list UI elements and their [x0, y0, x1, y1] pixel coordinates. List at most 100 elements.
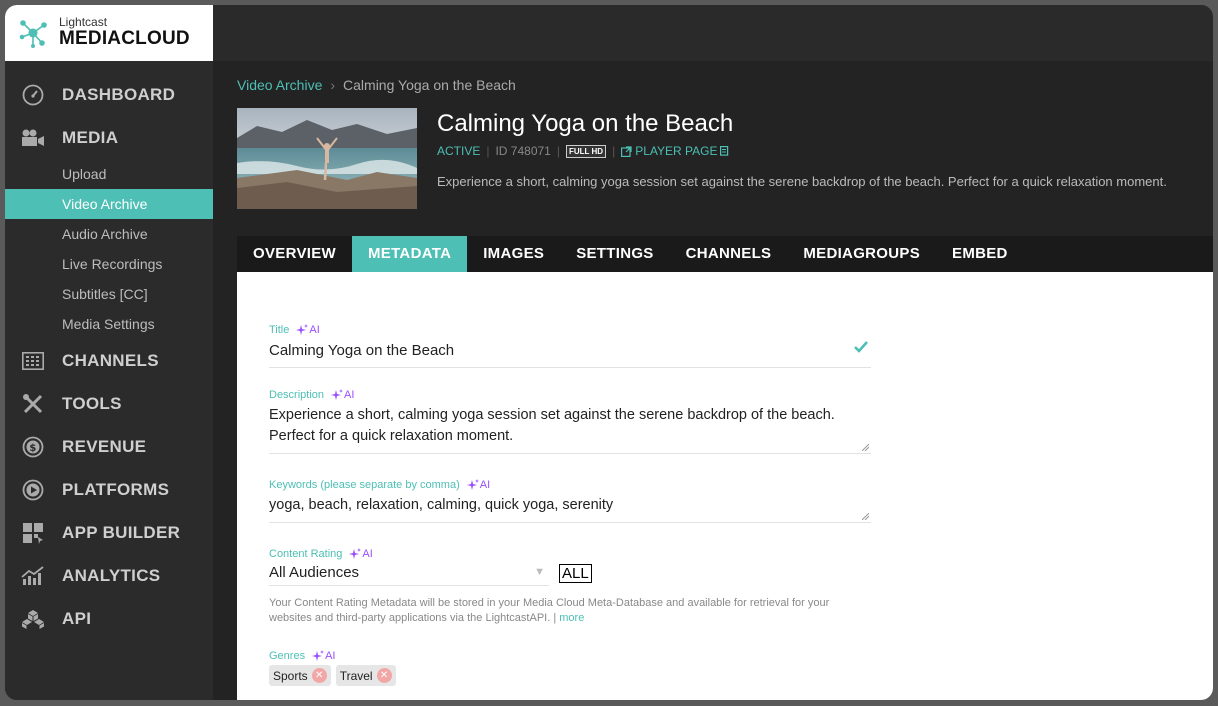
channels-grid-icon [21, 349, 45, 373]
tab-embed[interactable]: EMBED [936, 236, 1024, 272]
description-textarea[interactable]: Experience a short, calming yoga session… [269, 401, 871, 454]
description-label: Description AI [269, 389, 355, 401]
title-label: Title AI [269, 324, 320, 336]
sparkle-icon [466, 479, 479, 490]
nav-api[interactable]: API [5, 597, 213, 640]
brand-name: MEDIACLOUD [59, 28, 190, 49]
ai-sparkle-button[interactable]: AI [330, 389, 354, 401]
nav-dashboard-label: DASHBOARD [62, 84, 176, 104]
keywords-field-group: Keywords (please separate by comma) AI y… [269, 479, 871, 523]
logo[interactable]: Lightcast MEDIACLOUD [5, 5, 213, 61]
sparkle-icon [312, 650, 325, 661]
content-rating-help: Your Content Rating Metadata will be sto… [269, 597, 830, 624]
remove-icon[interactable]: ✕ [311, 668, 327, 683]
api-cubes-icon [21, 607, 45, 631]
content-rating-select[interactable]: All Audiences ▼ [269, 560, 549, 586]
keywords-textarea[interactable]: yoga, beach, relaxation, calming, quick … [269, 491, 871, 523]
genre-chip-travel: Travel ✕ [335, 665, 396, 686]
resize-grip-icon[interactable] [862, 444, 869, 451]
breadcrumb-current: Calming Yoga on the Beach [343, 77, 516, 93]
resize-grip-icon[interactable] [862, 513, 869, 520]
play-circle-icon [21, 478, 45, 502]
nav-tools-label: TOOLS [62, 393, 122, 413]
content-rating-field-group: Content Rating AI All Audiences ▼ ALL Yo… [269, 548, 871, 626]
tab-overview[interactable]: OVERVIEW [237, 236, 352, 272]
video-id: ID 748071 [495, 144, 551, 158]
tab-metadata[interactable]: METADATA [351, 236, 468, 272]
analytics-chart-icon [21, 564, 45, 588]
tab-bar: OVERVIEW METADATA IMAGES SETTINGS CHANNE… [237, 236, 1213, 272]
sparkle-icon [331, 389, 344, 400]
nav-media[interactable]: MEDIA [5, 116, 213, 159]
nav-sub-video-archive[interactable]: Video Archive [5, 189, 213, 219]
ai-sparkle-button[interactable]: AI [311, 650, 335, 662]
full-hd-badge: FULL HD [565, 144, 607, 158]
title-field-group: Title AI Calming Yoga on the Beach [269, 324, 871, 368]
gauge-icon [21, 83, 45, 107]
genres-label: Genres AI [269, 650, 336, 662]
sparkle-icon [349, 548, 362, 559]
tab-settings[interactable]: SETTINGS [560, 236, 669, 272]
content-rating-label: Content Rating AI [269, 548, 373, 560]
description-field-group: Description AI Experience a short, calmi… [269, 389, 871, 454]
ai-sparkle-button[interactable]: AI [348, 548, 373, 560]
video-camera-icon [21, 126, 45, 150]
title-input[interactable]: Calming Yoga on the Beach [269, 336, 871, 368]
nav-revenue-label: REVENUE [62, 436, 147, 456]
status-badge: ACTIVE [437, 144, 481, 158]
nav-tools[interactable]: TOOLS [5, 382, 213, 425]
ai-sparkle-button[interactable]: AI [466, 479, 490, 491]
dollar-coin-icon: $ [21, 435, 45, 459]
nav-api-label: API [62, 608, 92, 628]
nav-platforms-label: PLATFORMS [62, 479, 170, 499]
check-icon [854, 341, 868, 353]
nav-dashboard[interactable]: DASHBOARD [5, 73, 213, 116]
sparkle-icon [296, 324, 309, 335]
metadata-form: Title AI Calming Yoga on the Beach Descr… [237, 272, 1213, 700]
caret-down-icon: ▼ [534, 566, 545, 578]
nav-app-builder-label: APP BUILDER [62, 522, 181, 542]
nav-sub-live-recordings[interactable]: Live Recordings [5, 249, 213, 279]
nav-sub-subtitles[interactable]: Subtitles [CC] [5, 279, 213, 309]
nav-channels[interactable]: CHANNELS [5, 339, 213, 382]
nav-analytics[interactable]: ANALYTICS [5, 554, 213, 597]
app-window: Lightcast MEDIACLOUD DASHBOARD MEDIA Upl… [5, 5, 1213, 700]
brand-top: Lightcast [59, 15, 108, 29]
app-builder-icon [21, 521, 45, 545]
molecule-logo-icon [19, 20, 47, 48]
svg-text:$: $ [29, 443, 36, 454]
video-title: Calming Yoga on the Beach [437, 110, 734, 137]
rating-all-badge: ALL [559, 563, 592, 583]
breadcrumb-separator-icon: › [330, 77, 336, 93]
nav-channels-label: CHANNELS [62, 350, 159, 370]
nav-platforms[interactable]: PLATFORMS [5, 468, 213, 511]
video-header: Video Archive › Calming Yoga on the Beach … [213, 61, 1213, 236]
genre-chips: Sports ✕ Travel ✕ [269, 665, 871, 686]
player-page-link[interactable]: PLAYER PAGE [621, 144, 730, 158]
nav-sub-audio-archive[interactable]: Audio Archive [5, 219, 213, 249]
external-link-icon [621, 145, 632, 157]
tools-icon [21, 392, 45, 416]
sidebar: Lightcast MEDIACLOUD DASHBOARD MEDIA Upl… [5, 5, 213, 700]
copy-icon[interactable] [720, 145, 730, 157]
player-page-label: PLAYER PAGE [635, 144, 718, 158]
tab-images[interactable]: IMAGES [467, 236, 560, 272]
nav-app-builder[interactable]: APP BUILDER [5, 511, 213, 554]
keywords-label: Keywords (please separate by comma) AI [269, 479, 491, 491]
remove-icon[interactable]: ✕ [376, 668, 392, 683]
more-link[interactable]: more [559, 612, 584, 624]
nav-revenue[interactable]: $ REVENUE [5, 425, 213, 468]
breadcrumb-video-archive[interactable]: Video Archive [237, 77, 322, 93]
ai-sparkle-button[interactable]: AI [295, 324, 320, 336]
nav-sub-upload[interactable]: Upload [5, 159, 213, 189]
breadcrumb: Video Archive › Calming Yoga on the Beach [237, 77, 516, 93]
nav-analytics-label: ANALYTICS [62, 565, 161, 585]
video-description: Experience a short, calming yoga session… [437, 174, 1167, 189]
video-thumbnail[interactable] [237, 108, 417, 209]
tab-channels[interactable]: CHANNELS [670, 236, 788, 272]
video-meta-line: ACTIVE | ID 748071 | FULL HD | PLAYER PA… [437, 144, 730, 158]
nav-sub-media-settings[interactable]: Media Settings [5, 309, 213, 339]
genres-field-group: Genres AI Sports ✕ Travel ✕ [269, 650, 871, 686]
genre-chip-sports: Sports ✕ [269, 665, 331, 686]
tab-mediagroups[interactable]: MEDIAGROUPS [787, 236, 936, 272]
